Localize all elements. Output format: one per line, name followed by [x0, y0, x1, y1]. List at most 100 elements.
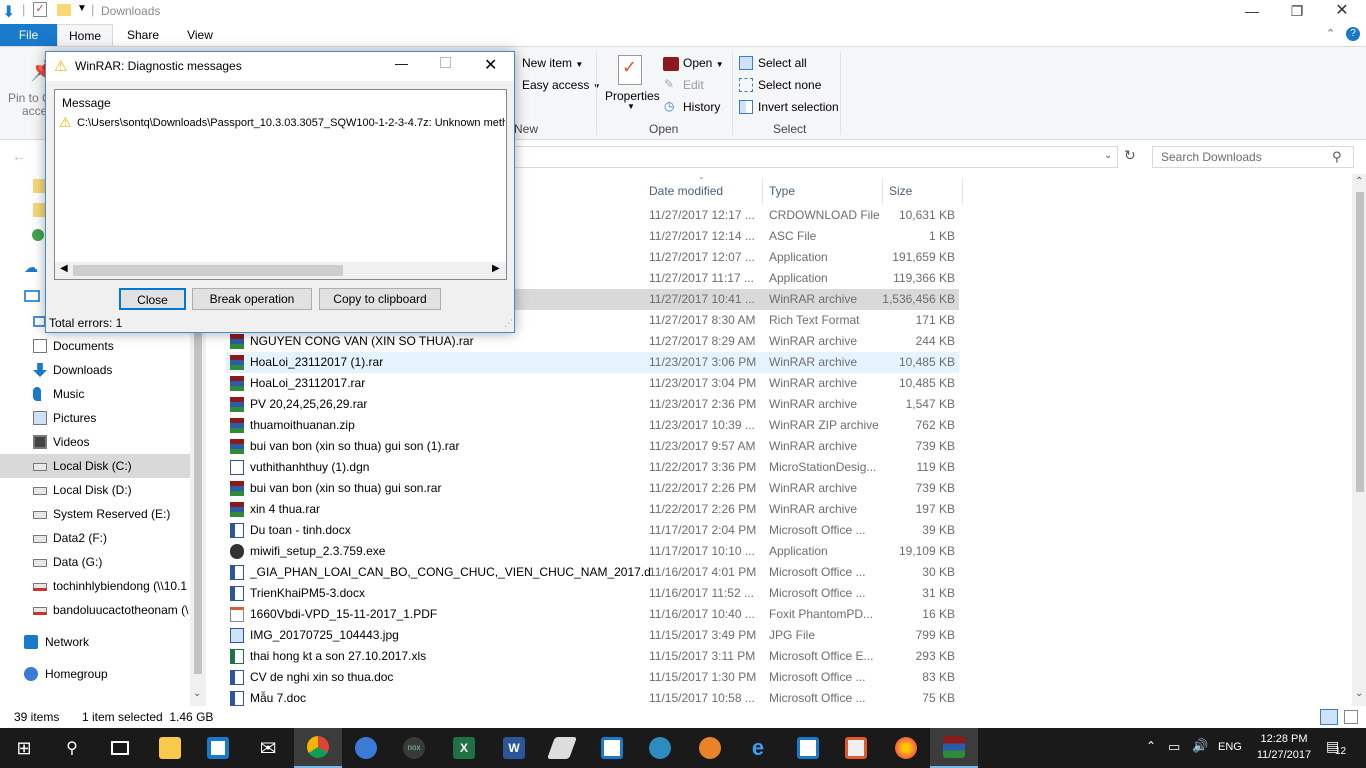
nav-item[interactable]: System Reserved (E:): [0, 502, 190, 526]
file-row[interactable]: HoaLoi_23112017 (1).rar 11/23/2017 3:06 P…: [226, 352, 959, 373]
taskbar-globe-app[interactable]: [342, 728, 390, 768]
file-list-scrollbar-thumb[interactable]: [1356, 192, 1364, 492]
network-tray-icon[interactable]: ▭: [1168, 739, 1180, 755]
scroll-up-arrow-icon[interactable]: ⌃: [1355, 176, 1363, 187]
nav-item[interactable]: bandoluucactotheonam (\: [0, 598, 190, 622]
taskbar-file-explorer[interactable]: [146, 728, 194, 768]
taskbar-store[interactable]: [194, 728, 242, 768]
taskbar-nox[interactable]: nox: [390, 728, 438, 768]
file-row[interactable]: NGUYEN CONG VAN (XIN SO THUA).rar 11/27/2…: [226, 331, 959, 352]
search-button[interactable]: ⚲: [48, 728, 96, 768]
nav-item[interactable]: Downloads: [0, 358, 190, 382]
minimize-ribbon-chevron-icon[interactable]: ⌃: [1326, 27, 1335, 40]
file-row[interactable]: xin 4 thua.rar 11/22/2017 2:26 PM WinRAR a…: [226, 499, 959, 520]
scroll-down-arrow-icon[interactable]: ⌄: [193, 688, 201, 699]
language-indicator[interactable]: ENG: [1218, 741, 1242, 753]
file-row[interactable]: Du toan - tinh.docx 11/17/2017 2:04 PM Mic…: [226, 520, 959, 541]
taskbar-word[interactable]: W: [490, 728, 538, 768]
history-button[interactable]: History: [683, 100, 720, 114]
new-item-button[interactable]: New item ▼: [522, 56, 583, 70]
pin-to-quick-access-label-2[interactable]: acce: [22, 104, 47, 118]
taskbar-app-magnifier[interactable]: [636, 728, 684, 768]
column-header-date[interactable]: Date modified: [643, 178, 763, 204]
nav-item[interactable]: Pictures: [0, 406, 190, 430]
this-pc-icon[interactable]: [24, 290, 40, 302]
column-header-type[interactable]: Type: [763, 178, 883, 204]
edit-button[interactable]: Edit: [683, 78, 704, 92]
file-row[interactable]: vuthithanhthuy (1).dgn 11/22/2017 3:36 PM…: [226, 457, 959, 478]
taskbar-app-figure[interactable]: [686, 728, 734, 768]
file-row[interactable]: CV de nghi xin so thua.doc 11/15/2017 1:3…: [226, 667, 959, 688]
quick-access-down-arrow-icon[interactable]: ⬇: [2, 2, 15, 22]
file-row[interactable]: thai hong kt a son 27.10.2017.xls 11/15/2…: [226, 646, 959, 667]
back-arrow-icon[interactable]: ←: [12, 148, 26, 164]
resize-grip-icon[interactable]: ⋰: [504, 318, 513, 329]
taskbar-firefox[interactable]: [882, 728, 930, 768]
file-list-scrollbar[interactable]: ⌃ ⌄: [1352, 174, 1366, 706]
taskbar-mail[interactable]: ✉: [244, 728, 292, 768]
nav-item[interactable]: Homegroup: [0, 662, 190, 686]
file-row[interactable]: thuamoithuanan.zip 11/23/2017 10:39 ... Wi…: [226, 415, 959, 436]
new-folder-icon[interactable]: [57, 4, 71, 16]
column-header-size[interactable]: Size: [883, 178, 963, 204]
large-icons-view-icon[interactable]: [1344, 710, 1358, 724]
nav-item[interactable]: Network: [0, 630, 190, 654]
details-view-icon[interactable]: [1320, 709, 1338, 725]
tab-share[interactable]: Share: [117, 24, 169, 46]
dialog-minimize-button[interactable]: —: [395, 56, 408, 71]
message-text[interactable]: C:\Users\sontq\Downloads\Passport_10.3.0…: [77, 117, 505, 129]
scroll-right-arrow-icon[interactable]: ▶: [492, 263, 500, 274]
nav-item[interactable]: tochinhlybiendong (\\10.1: [0, 574, 190, 598]
taskbar-app-arrow[interactable]: [538, 728, 586, 768]
file-row[interactable]: bui van bon (xin so thua) gui son.rar 11/…: [226, 478, 959, 499]
scroll-left-arrow-icon[interactable]: ◀: [60, 263, 68, 274]
file-row[interactable]: PV 20,24,25,26,29.rar 11/23/2017 2:36 PM W…: [226, 394, 959, 415]
tab-home[interactable]: Home: [57, 24, 113, 46]
nav-item[interactable]: Data (G:): [0, 550, 190, 574]
dialog-close-button[interactable]: ✕: [484, 55, 497, 75]
dialog-title-bar[interactable]: ⚠ WinRAR: Diagnostic messages — ✕: [46, 52, 514, 81]
nav-item[interactable]: Videos: [0, 430, 190, 454]
taskbar-app-window[interactable]: [588, 728, 636, 768]
copy-to-clipboard-button[interactable]: Copy to clipboard: [319, 288, 441, 310]
chevron-down-icon[interactable]: ▼: [627, 102, 635, 111]
clock-time[interactable]: 12:28 PM: [1255, 733, 1313, 745]
file-row[interactable]: HoaLoi_23112017.rar 11/23/2017 3:04 PM Win…: [226, 373, 959, 394]
customize-toolbar-chevron-icon[interactable]: ▼: [77, 3, 87, 14]
close-button[interactable]: ✕: [1319, 0, 1365, 24]
onedrive-icon[interactable]: ☁: [24, 259, 38, 276]
taskbar-app-window-2[interactable]: [784, 728, 832, 768]
properties-icon[interactable]: ✓: [618, 55, 642, 85]
open-button[interactable]: Open ▼: [683, 56, 724, 70]
taskbar-edge[interactable]: e: [734, 728, 782, 768]
message-list[interactable]: Message ⚠ C:\Users\sontq\Downloads\Passp…: [54, 89, 507, 280]
taskbar-app-foxit[interactable]: [832, 728, 880, 768]
volume-icon[interactable]: 🔊: [1192, 738, 1208, 754]
search-icon[interactable]: ⚲: [1332, 149, 1342, 165]
select-none-button[interactable]: Select none: [758, 78, 821, 92]
taskbar-chrome[interactable]: [294, 728, 342, 768]
tab-view[interactable]: View: [174, 24, 226, 46]
file-row[interactable]: miwifi_setup_2.3.759.exe 11/17/2017 10:10…: [226, 541, 959, 562]
horizontal-scrollbar[interactable]: ◀ ▶: [55, 262, 506, 279]
start-button[interactable]: ⊞: [0, 728, 48, 768]
taskbar-excel[interactable]: X: [440, 728, 488, 768]
break-operation-button[interactable]: Break operation: [192, 288, 312, 310]
nav-item[interactable]: Documents: [0, 334, 190, 358]
tab-file[interactable]: File: [0, 24, 57, 46]
properties-button[interactable]: Properties: [605, 89, 660, 103]
nav-item[interactable]: Local Disk (C:): [0, 454, 190, 478]
file-row[interactable]: TrienKhaiPM5-3.docx 11/16/2017 11:52 ... M…: [226, 583, 959, 604]
restore-button[interactable]: ❐: [1274, 0, 1320, 24]
clock-date[interactable]: 11/27/2017: [1250, 749, 1318, 761]
easy-access-button[interactable]: Easy access ▼: [522, 78, 601, 92]
minimize-button[interactable]: —: [1229, 0, 1275, 24]
search-input[interactable]: Search Downloads: [1152, 146, 1354, 168]
help-icon[interactable]: ?: [1346, 27, 1360, 41]
close-button[interactable]: Close: [119, 288, 186, 310]
task-view-button[interactable]: [96, 728, 144, 768]
select-all-button[interactable]: Select all: [758, 56, 807, 70]
nav-item[interactable]: Local Disk (D:): [0, 478, 190, 502]
show-hidden-icons-chevron-icon[interactable]: ⌃: [1146, 739, 1156, 753]
file-row[interactable]: _GIA_PHAN_LOAI_CAN_BO,_CONG_CHUC,_VIEN_C…: [226, 562, 959, 583]
